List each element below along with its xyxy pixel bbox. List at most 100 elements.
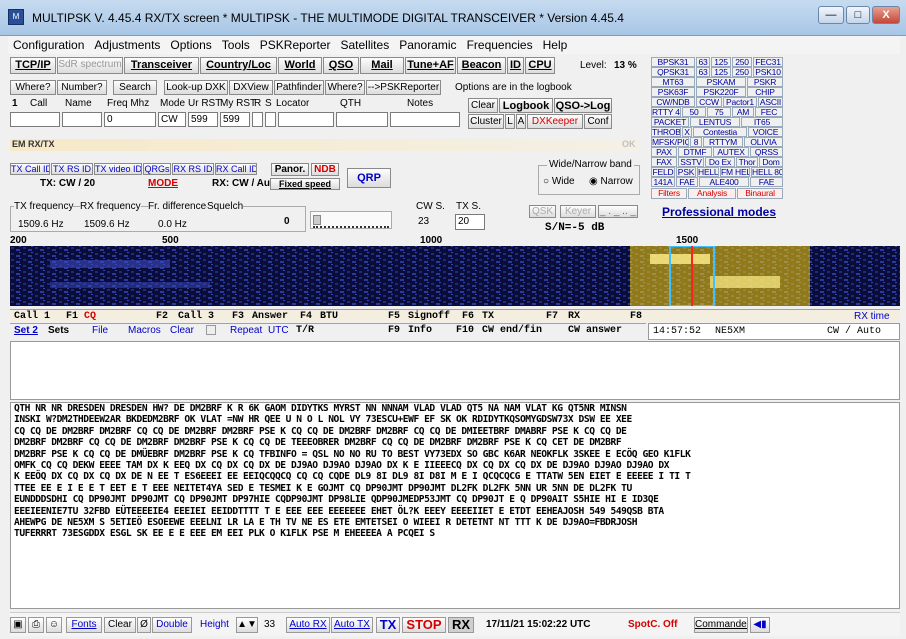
- sets-button[interactable]: Sets: [48, 324, 69, 337]
- mode-rtty50[interactable]: 50: [682, 107, 706, 117]
- call-field[interactable]: [10, 112, 60, 127]
- mode-it65[interactable]: IT65: [741, 117, 783, 127]
- rx-rs-id-button[interactable]: RX RS ID: [172, 163, 214, 175]
- tx-video-id-button[interactable]: TX video ID: [94, 163, 142, 175]
- country-loc-button[interactable]: Country/Loc: [200, 57, 277, 74]
- macro-btu[interactable]: BTU: [320, 310, 338, 323]
- qrp-button[interactable]: QRP: [347, 168, 391, 188]
- name-field[interactable]: [62, 112, 102, 127]
- menu-panoramic[interactable]: Panoramic: [394, 36, 461, 54]
- where-button[interactable]: Where?: [10, 80, 56, 95]
- tune-af-button[interactable]: Tune+AF: [405, 57, 456, 74]
- mode-packet[interactable]: PACKET: [651, 117, 689, 127]
- mode-autex[interactable]: AUTEX: [713, 147, 749, 157]
- macros-button[interactable]: Macros: [128, 324, 161, 337]
- mode-chip[interactable]: CHIP: [747, 87, 783, 97]
- spotc-status[interactable]: SpotC. Off: [628, 617, 677, 633]
- mode-throbx[interactable]: X: [682, 127, 692, 137]
- where2-button[interactable]: Where?: [325, 80, 365, 95]
- squelch-slider-thumb[interactable]: [313, 215, 321, 225]
- tx-call-id-button[interactable]: TX Call ID: [10, 163, 50, 175]
- mode-dom[interactable]: Dom: [759, 157, 783, 167]
- stop-button[interactable]: STOP: [402, 617, 446, 633]
- menu-satellites[interactable]: Satellites: [336, 36, 395, 54]
- mode-fec31[interactable]: FEC31: [753, 57, 783, 67]
- mode-ccw[interactable]: CCW: [696, 97, 722, 107]
- mode-pskr[interactable]: PSKR: [747, 77, 783, 87]
- menu-adjustments[interactable]: Adjustments: [89, 36, 165, 54]
- mode-psk-hell[interactable]: PSK: [676, 167, 696, 177]
- notes-field[interactable]: [390, 112, 460, 127]
- qrgs-button[interactable]: QRGs: [143, 163, 171, 175]
- logbook-button[interactable]: Logbook: [499, 98, 553, 113]
- beacon-button[interactable]: Beacon: [457, 57, 506, 74]
- mode-141a[interactable]: 141A: [651, 177, 675, 187]
- mode-mt63[interactable]: MT63: [651, 77, 695, 87]
- print-icon[interactable]: ⎙: [28, 617, 44, 633]
- menu-tools[interactable]: Tools: [217, 36, 255, 54]
- menu-options[interactable]: Options: [165, 36, 216, 54]
- log-clear-button[interactable]: Clear: [468, 98, 498, 113]
- r-field[interactable]: [252, 112, 263, 127]
- binaural-button[interactable]: Binaural: [737, 188, 783, 199]
- s-field[interactable]: [265, 112, 276, 127]
- mode-lentus[interactable]: LENTUS: [690, 117, 740, 127]
- pskreporter-button[interactable]: -->PSKReporter: [366, 80, 441, 95]
- auto-rx-button[interactable]: Auto RX: [286, 617, 330, 633]
- rx-call-id-button[interactable]: RX Call ID: [215, 163, 257, 175]
- mode-thor[interactable]: Thor: [736, 157, 758, 167]
- commander-button[interactable]: Commander: [694, 617, 748, 633]
- transceiver-button[interactable]: Transceiver: [124, 57, 199, 74]
- ur-rst-field[interactable]: 599: [188, 112, 218, 127]
- lookup-dxk-button[interactable]: Look-up DXK: [164, 80, 228, 95]
- repeat-button[interactable]: Repeat: [230, 324, 262, 337]
- dxkeeper-button[interactable]: DXKeeper: [527, 114, 583, 129]
- keyer-button[interactable]: Keyer: [560, 205, 596, 218]
- mode-ascii[interactable]: ASCII: [758, 97, 783, 107]
- macro-tx[interactable]: TX: [482, 310, 494, 323]
- mode-bpsk31[interactable]: BPSK31: [651, 57, 695, 67]
- menu-configuration[interactable]: Configuration: [8, 36, 89, 54]
- mode-psk10[interactable]: PSK10: [753, 67, 783, 77]
- professional-modes-button[interactable]: Professional modes: [655, 205, 783, 219]
- mode-hell[interactable]: HELL: [697, 167, 719, 177]
- wide-radio[interactable]: ○ Wide: [543, 176, 575, 187]
- mode-mfsk8[interactable]: 8: [690, 137, 702, 147]
- mode-throb[interactable]: THROB: [651, 127, 681, 137]
- search-button[interactable]: Search: [113, 80, 157, 95]
- mode-voice[interactable]: VOICE: [748, 127, 783, 137]
- mode-rttym[interactable]: RTTYM: [703, 137, 743, 147]
- tcpip-button[interactable]: TCP/IP: [10, 57, 56, 74]
- mail-button[interactable]: Mail: [360, 57, 404, 74]
- fonts-button[interactable]: Fonts: [66, 617, 102, 633]
- mode-qpsk63[interactable]: 63: [696, 67, 710, 77]
- mode-pax[interactable]: PAX: [651, 147, 677, 157]
- mode-bpsk125[interactable]: 125: [711, 57, 731, 67]
- menu-pskreporter[interactable]: PSKReporter: [255, 36, 336, 54]
- close-button[interactable]: X: [872, 6, 900, 24]
- qso-to-log-button[interactable]: QSO->Log: [554, 98, 612, 113]
- mode-pskam[interactable]: PSKAM: [696, 77, 746, 87]
- double-button[interactable]: Double: [152, 617, 192, 633]
- squelch-slider[interactable]: [310, 211, 392, 229]
- analysis-button[interactable]: Analysis: [688, 188, 736, 199]
- mode-fec[interactable]: FEC: [755, 107, 783, 117]
- world-button[interactable]: World: [278, 57, 322, 74]
- tx-text-area[interactable]: [10, 341, 900, 400]
- menu-frequencies[interactable]: Frequencies: [462, 36, 538, 54]
- mode-cw-ndb[interactable]: CW/NDB: [651, 97, 695, 107]
- my-rst-field[interactable]: 599: [220, 112, 250, 127]
- info-button[interactable]: Info: [408, 324, 432, 337]
- rx-text-area[interactable]: QTH NR NR DRESDEN DRESDEN HW? DE DM2BRF …: [10, 402, 900, 609]
- l-button[interactable]: L: [505, 114, 515, 129]
- cpu-button[interactable]: CPU: [525, 57, 555, 74]
- mode-ale400[interactable]: ALE400: [699, 177, 749, 187]
- mode-doex[interactable]: Do Ex: [705, 157, 735, 167]
- freq-field[interactable]: 0: [104, 112, 156, 127]
- macro-cq[interactable]: CQ: [84, 310, 96, 323]
- tr-button[interactable]: T/R: [296, 324, 314, 337]
- id-button[interactable]: ID: [507, 57, 524, 74]
- tx-button[interactable]: TX: [376, 617, 400, 633]
- tx-rs-id-button[interactable]: TX RS ID: [51, 163, 93, 175]
- rx-button[interactable]: RX: [448, 617, 474, 633]
